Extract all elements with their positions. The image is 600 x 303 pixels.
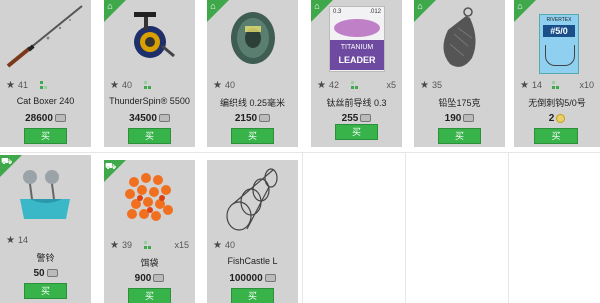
shop-item-card: ⌂ 0.3 .012 TITANIUM LEADER ★ 42 x5 钛丝前导线 … [311,0,402,147]
rating-value: 39 [121,240,132,250]
titanium-leader-pack-icon: 0.3 .012 TITANIUM LEADER [311,0,402,76]
item-price: 900 [104,273,195,284]
shop-item-card: ⌂ ★ 40 ThunderSpin® 5500 34500 买 [104,0,195,147]
price-value: 255 [341,113,359,124]
level-bars-icon [144,81,152,89]
rating-value: 35 [431,80,442,90]
lead-sinker-icon [414,0,505,76]
shop-item-card: ⌂ ★ 35 铅坠175克 190 买 [414,0,505,147]
rating-value: 40 [224,240,235,250]
star-icon: ★ [213,240,222,251]
pack-label: TITANIUM [340,44,374,51]
rating-value: 42 [328,80,339,90]
item-name: 警铃 [36,253,55,263]
level-bars-icon [552,81,560,89]
rating-value: 14 [531,80,542,90]
shop-item-card: ★ 40 FishCastle L 100000 买 [207,160,298,303]
buy-button[interactable]: 买 [534,128,578,144]
item-name: FishCastle L [227,256,278,266]
item-price: 2 [514,113,600,124]
buy-button[interactable]: 买 [231,128,274,144]
spinning-reel-icon [104,0,195,76]
item-name: 编织线 0.25毫米 [219,98,286,108]
star-icon: ★ [6,235,15,246]
item-name: 饵袋 [140,258,159,268]
price-value: 34500 [129,113,157,124]
star-icon: ★ [110,80,119,91]
star-icon: ★ [420,80,429,91]
pack-label: RIVERTEX [546,17,572,23]
price-value: 190 [444,113,462,124]
quantity-badge: x10 [579,80,594,90]
bait-pellets-icon [104,160,195,236]
buy-button[interactable]: 买 [128,128,171,144]
coin-icon [153,274,165,283]
bite-alarm-bells-icon [0,155,91,231]
shop-item-card: ⌂ ★ 40 编织线 0.25毫米 2150 买 [207,0,298,147]
buy-button[interactable]: 买 [231,288,274,303]
shop-item-card: ⛟ ★ 14 警铃 50 买 [0,155,91,303]
price-value: 28600 [25,113,53,124]
coin-icon [556,113,566,123]
buy-button[interactable]: 买 [438,128,481,144]
buy-button[interactable]: 买 [24,128,67,144]
star-icon: ★ [213,80,222,91]
coin-icon [264,274,276,283]
coin-icon [259,114,271,123]
price-value: 2 [548,113,555,124]
rating-value: 14 [17,235,28,245]
item-price: 34500 [104,113,195,124]
star-icon: ★ [520,80,529,91]
coin-icon [46,269,58,278]
pack-label: #5/0 [543,25,575,37]
buy-button[interactable]: 买 [24,283,67,299]
fishing-rod-icon [0,0,91,76]
coin-icon [54,114,66,123]
item-price: 50 [0,268,91,279]
price-value: 900 [134,273,152,284]
grid-divider [302,152,303,303]
buy-button[interactable]: 买 [335,124,378,140]
pack-label: .012 [369,9,381,15]
level-bars-icon [40,81,48,89]
quantity-badge: x5 [386,80,396,90]
rating-value: 40 [121,80,132,90]
item-price: 28600 [0,113,91,124]
item-price: 2150 [207,113,298,124]
star-icon: ★ [110,240,119,251]
item-name: Cat Boxer 240 [16,96,75,106]
keep-net-icon [207,160,298,236]
rating-value: 40 [224,80,235,90]
item-name: ThunderSpin® 5500 [109,96,190,106]
grid-divider [0,152,600,153]
item-price: 190 [414,113,505,124]
item-name: 铅坠175克 [438,98,481,108]
coin-icon [158,114,170,123]
star-icon: ★ [317,80,326,91]
quantity-badge: x15 [174,240,189,250]
shop-item-card: ⌂ RIVERTEX #5/0 ★ 14 x10 无倒刺钩5/0号 2 买 [514,0,600,147]
level-bars-icon [351,81,359,89]
coin-icon [463,114,475,123]
level-bars-icon [144,241,152,249]
item-price: 100000 [207,273,298,284]
pack-label: LEADER [338,55,376,65]
shop-item-card: ★ 41 Cat Boxer 240 28600 买 [0,0,91,147]
hook-pack-icon: RIVERTEX #5/0 [514,0,600,76]
price-value: 2150 [234,113,258,124]
grid-divider [405,152,406,303]
item-name: 钛丝前导线 0.3 [326,98,387,108]
pack-label: 0.3 [333,9,342,15]
coin-icon [360,114,372,123]
star-icon: ★ [6,80,15,91]
rating-value: 41 [17,80,28,90]
item-price: 255 [311,113,402,124]
item-name: 无倒刺钩5/0号 [528,98,586,108]
shop-item-card: ⛟ ★ 39 x15 饵袋 900 买 [104,160,195,303]
price-value: 50 [33,268,45,279]
braided-line-spool-icon [207,0,298,76]
buy-button[interactable]: 买 [128,288,171,303]
price-value: 100000 [229,273,263,284]
grid-divider [508,152,509,303]
